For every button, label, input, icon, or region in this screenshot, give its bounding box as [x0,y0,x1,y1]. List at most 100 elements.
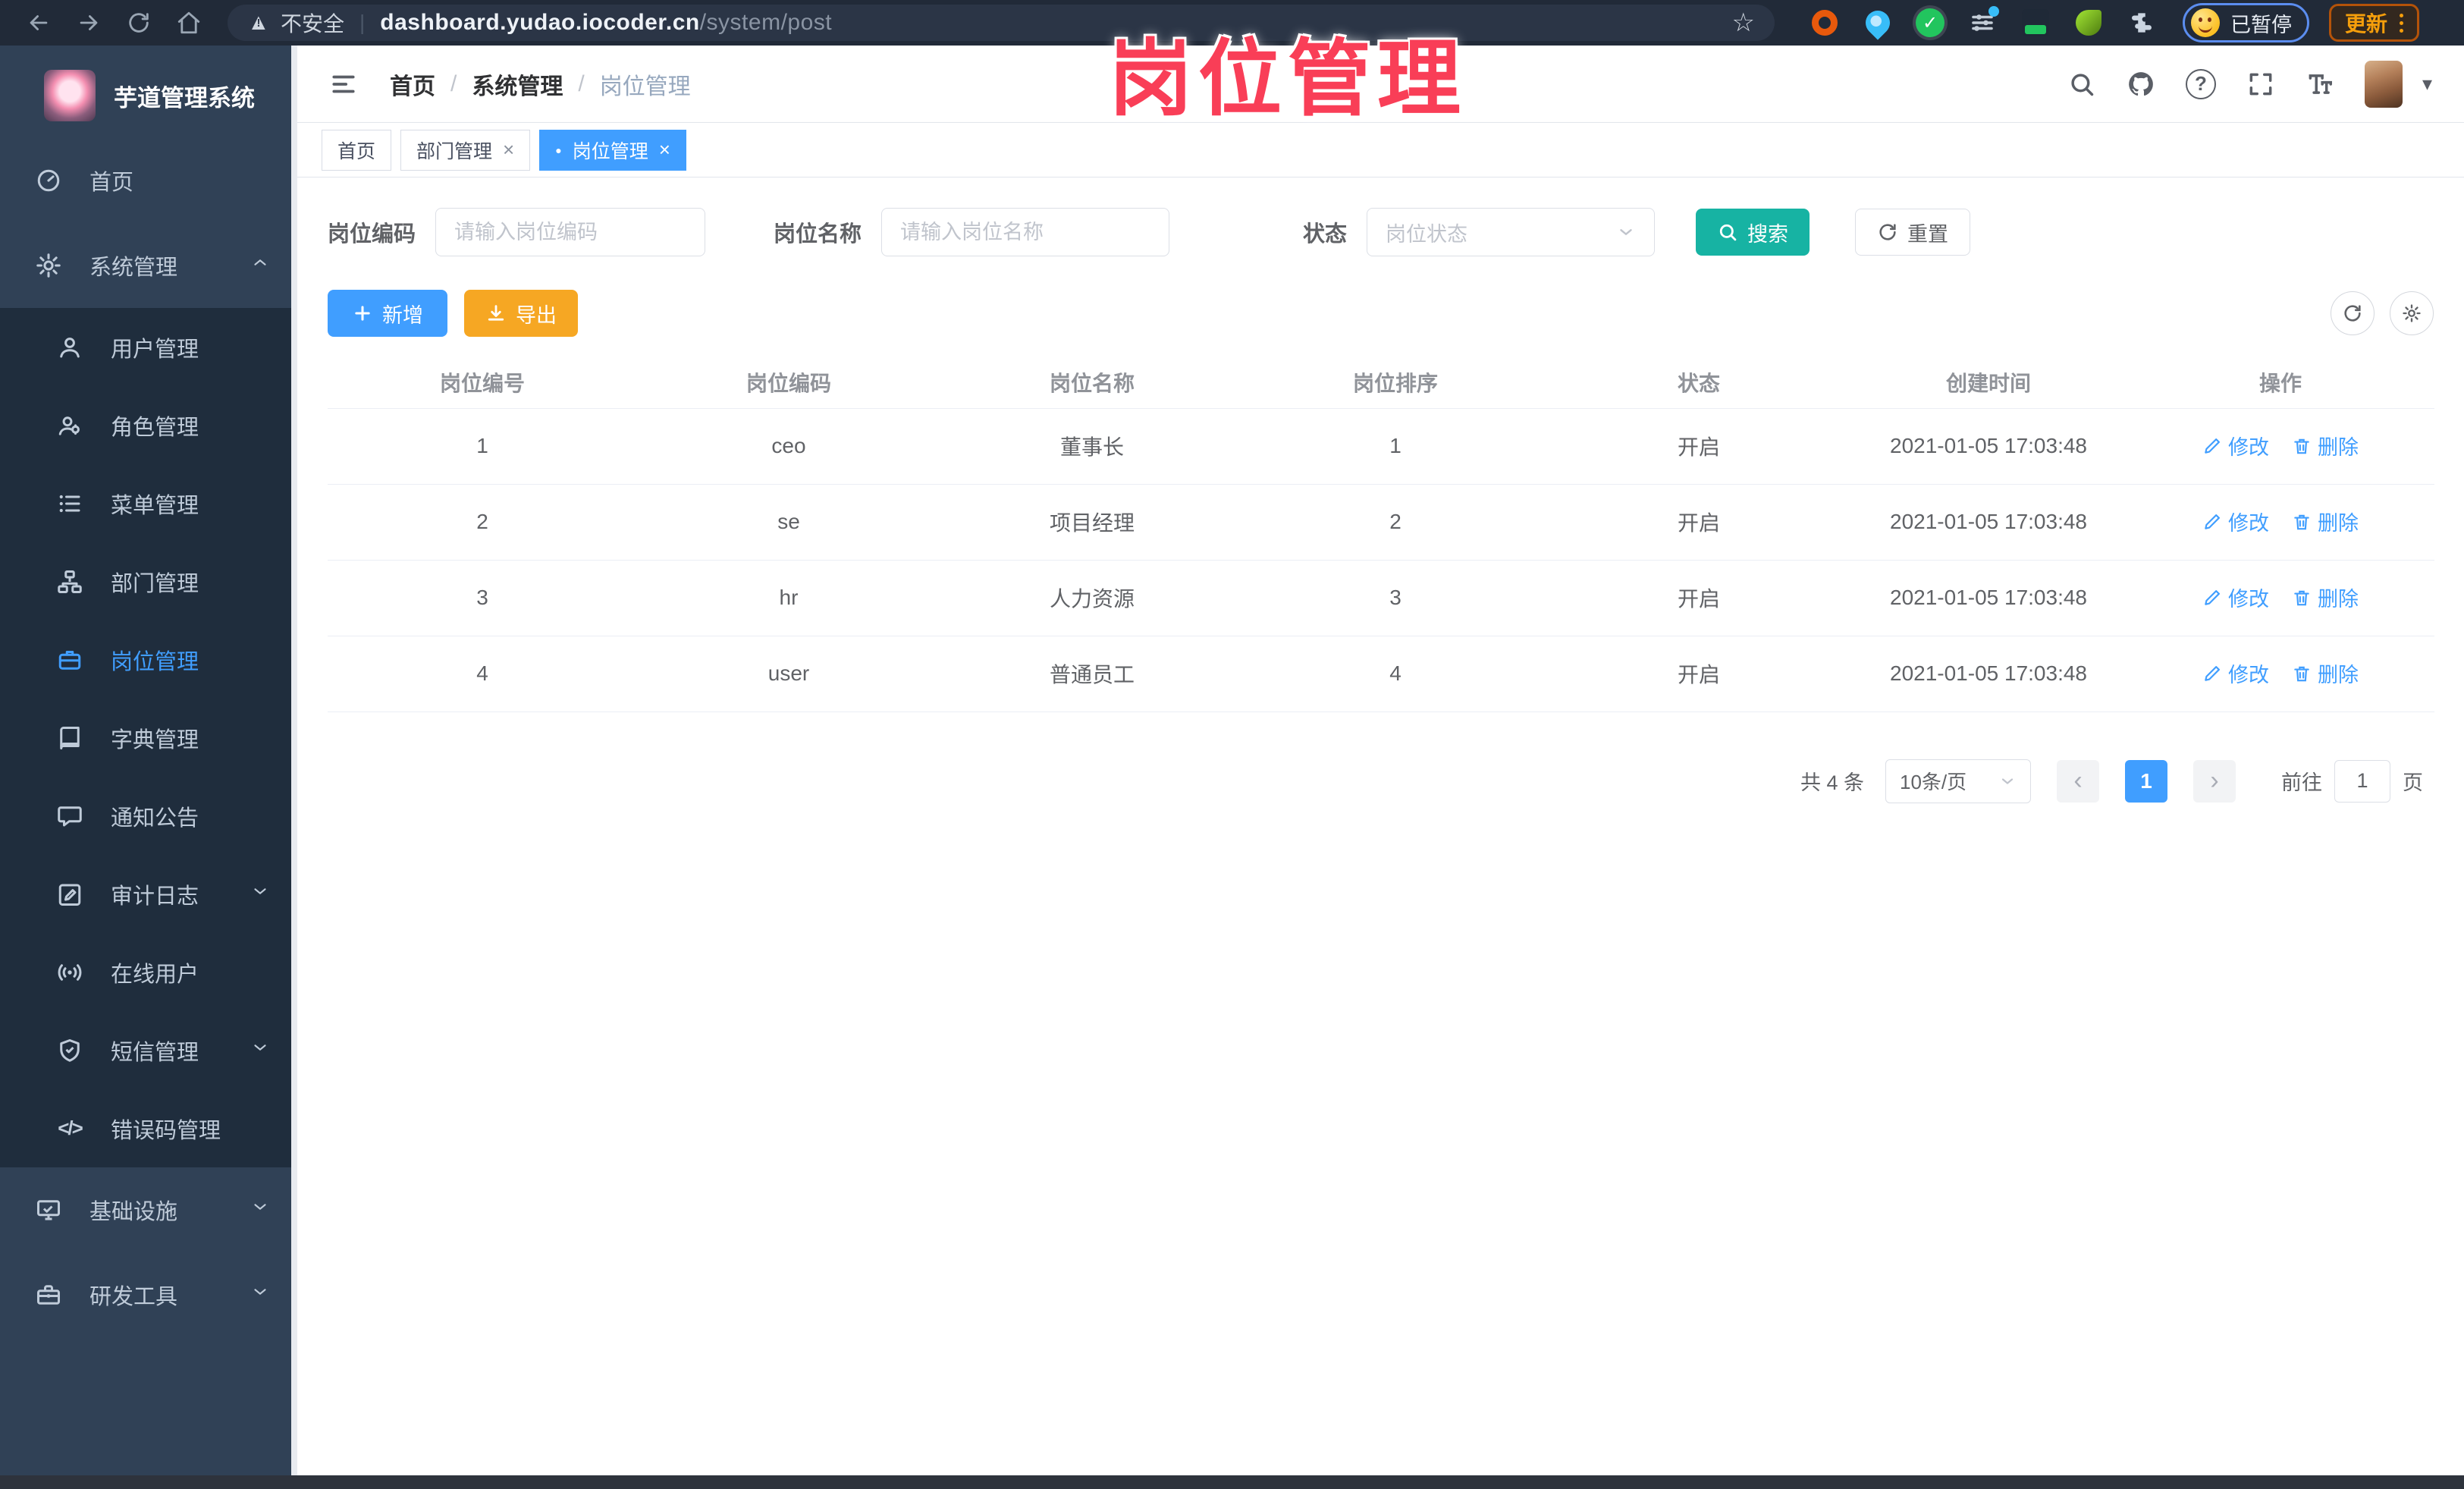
sidebar-item-label: 部门管理 [111,571,199,596]
table-refresh-button[interactable] [2331,291,2375,335]
post-name-label: 岗位名称 [774,222,862,247]
delete-link[interactable]: 删除 [2292,507,2359,536]
brand-title: 芋道管理系统 [114,84,255,112]
address-bar[interactable]: ▲ ! 不安全 | dashboard.yudao.iocoder.cn/sys… [228,5,1775,41]
sidebar-item-sms[interactable]: 短信管理 [0,1011,297,1089]
sidebar-item-online-users[interactable]: 在线用户 [0,933,297,1011]
sidebar-item-label: 审计日志 [111,884,199,909]
post-name-input[interactable] [881,208,1170,256]
briefcase-icon [56,646,83,674]
sidebar-item-departments[interactable]: 部门管理 [0,542,297,620]
sidebar-collapse-button[interactable] [329,70,358,99]
cell-created-time: 2021-01-05 17:03:48 [1850,408,2127,485]
sidebar-item-system[interactable]: 系统管理 [0,223,297,308]
status-select[interactable]: 岗位状态 [1367,208,1656,256]
page-size-select[interactable]: 10条/页 [1885,759,2031,803]
delete-link[interactable]: 删除 [2292,431,2359,460]
search-icon [2071,73,2094,96]
close-icon[interactable]: × [503,138,514,162]
cell-created-time: 2021-01-05 17:03:48 [1850,560,2127,636]
trash-icon [2294,590,2309,606]
fullscreen-button[interactable] [2246,70,2275,99]
sidebar-item-label: 在线用户 [111,962,199,987]
sidebar: 芋道管理系统 首页 系统管理 用户管理 角色管理 菜单管理 部门管理 岗位管理 … [0,46,297,1475]
reset-button[interactable]: 重置 [1855,209,1971,256]
cell-post-sort: 4 [1244,636,1547,712]
sidebar-item-home[interactable]: 首页 [0,138,297,223]
font-size-button[interactable] [2305,70,2334,99]
column-header: 操作 [2127,357,2434,409]
extension-orange-ring-icon[interactable] [1810,8,1840,38]
more-menu-icon[interactable] [2400,13,2404,33]
close-icon[interactable]: × [659,138,670,162]
cell-post-id: 3 [328,560,637,636]
sidebar-item-users[interactable]: 用户管理 [0,308,297,386]
column-settings-button[interactable] [2390,291,2434,335]
help-button[interactable]: ? [2185,68,2216,99]
post-code-input[interactable] [435,208,706,256]
breadcrumb-home[interactable]: 首页 [390,68,435,101]
sidebar-item-audit-log[interactable]: 审计日志 [0,855,297,933]
edit-link[interactable]: 修改 [2202,507,2269,536]
cell-created-time: 2021-01-05 17:03:48 [1850,484,2127,561]
sidebar-item-dictionary[interactable]: 字典管理 [0,699,297,777]
not-secure-warning-icon[interactable]: ▲ ! [247,11,270,34]
next-page-button[interactable]: › [2193,759,2236,803]
window-bottom-edge [0,1475,2464,1489]
extension-check-badge-icon[interactable]: ✓ [1916,8,1945,37]
trash-icon [2294,666,2309,682]
tag-departments[interactable]: 部门管理 × [400,129,531,171]
sidebar-item-roles[interactable]: 角色管理 [0,386,297,464]
user-avatar[interactable] [2364,60,2403,108]
page-number-1[interactable]: 1 [2125,759,2167,803]
browser-back-button[interactable] [14,3,64,42]
cell-post-sort: 3 [1244,560,1547,636]
browser-forward-button[interactable] [64,3,114,42]
header-search-button[interactable] [2067,70,2096,99]
goto-page-input[interactable] [2334,759,2390,803]
sidebar-item-menus[interactable]: 菜单管理 [0,464,297,542]
export-button[interactable]: 导出 [464,290,578,337]
extension-leaf-icon[interactable] [2073,8,2104,38]
cell-post-name: 人力资源 [940,560,1244,636]
security-label[interactable]: 不安全 [281,8,344,38]
screen: ▲ ! 不安全 | dashboard.yudao.iocoder.cn/sys… [0,0,2464,1489]
extensions-puzzle-icon[interactable] [2127,8,2157,38]
cell-actions: 修改 删除 [2127,484,2434,561]
delete-link[interactable]: 删除 [2292,658,2359,688]
sidebar-item-posts[interactable]: 岗位管理 [0,620,297,699]
edit-link[interactable]: 修改 [2202,658,2269,688]
avatar-caret-icon[interactable]: ▾ [2422,72,2432,96]
sidebar-item-error-codes[interactable]: </> 错误码管理 [0,1089,297,1167]
sidebar-item-notices[interactable]: 通知公告 [0,777,297,855]
tag-home[interactable]: 首页 [322,129,392,171]
edit-link[interactable]: 修改 [2202,431,2269,460]
sidebar-item-dev-tools[interactable]: 研发工具 [0,1252,297,1337]
tag-posts-active[interactable]: ● 岗位管理 × [539,129,686,171]
cell-post-status: 开启 [1547,636,1850,712]
breadcrumb-system[interactable]: 系统管理 [472,68,563,101]
github-link-button[interactable] [2127,70,2155,99]
extension-sliders-icon[interactable] [1967,6,1999,38]
chevron-down-icon [250,1282,270,1308]
sidebar-item-infrastructure[interactable]: 基础设施 [0,1167,297,1252]
sidebar-item-label: 错误码管理 [111,1118,221,1143]
sidebar-item-label: 菜单管理 [111,493,199,518]
prev-page-button[interactable]: ‹ [2057,759,2099,803]
search-button[interactable]: 搜索 [1696,209,1810,256]
extension-pin-icon[interactable] [1860,5,1895,40]
add-button[interactable]: 新增 [328,290,447,337]
code-icon: </> [58,1117,83,1139]
browser-home-button[interactable] [164,3,214,42]
bookmark-star-icon[interactable]: ☆ [1732,8,1755,38]
refresh-icon [129,13,149,33]
browser-refresh-button[interactable] [114,3,164,42]
delete-link[interactable]: 删除 [2292,583,2359,612]
chevron-down-icon [250,1197,270,1223]
edit-link[interactable]: 修改 [2202,583,2269,612]
sidebar-item-label: 首页 [89,171,134,195]
browser-update-button[interactable]: 更新 [2329,4,2420,42]
extension-dictionary-icon[interactable] [2020,8,2051,38]
message-icon [56,803,83,830]
profile-paused-badge[interactable]: 已暂停 [2183,3,2309,42]
